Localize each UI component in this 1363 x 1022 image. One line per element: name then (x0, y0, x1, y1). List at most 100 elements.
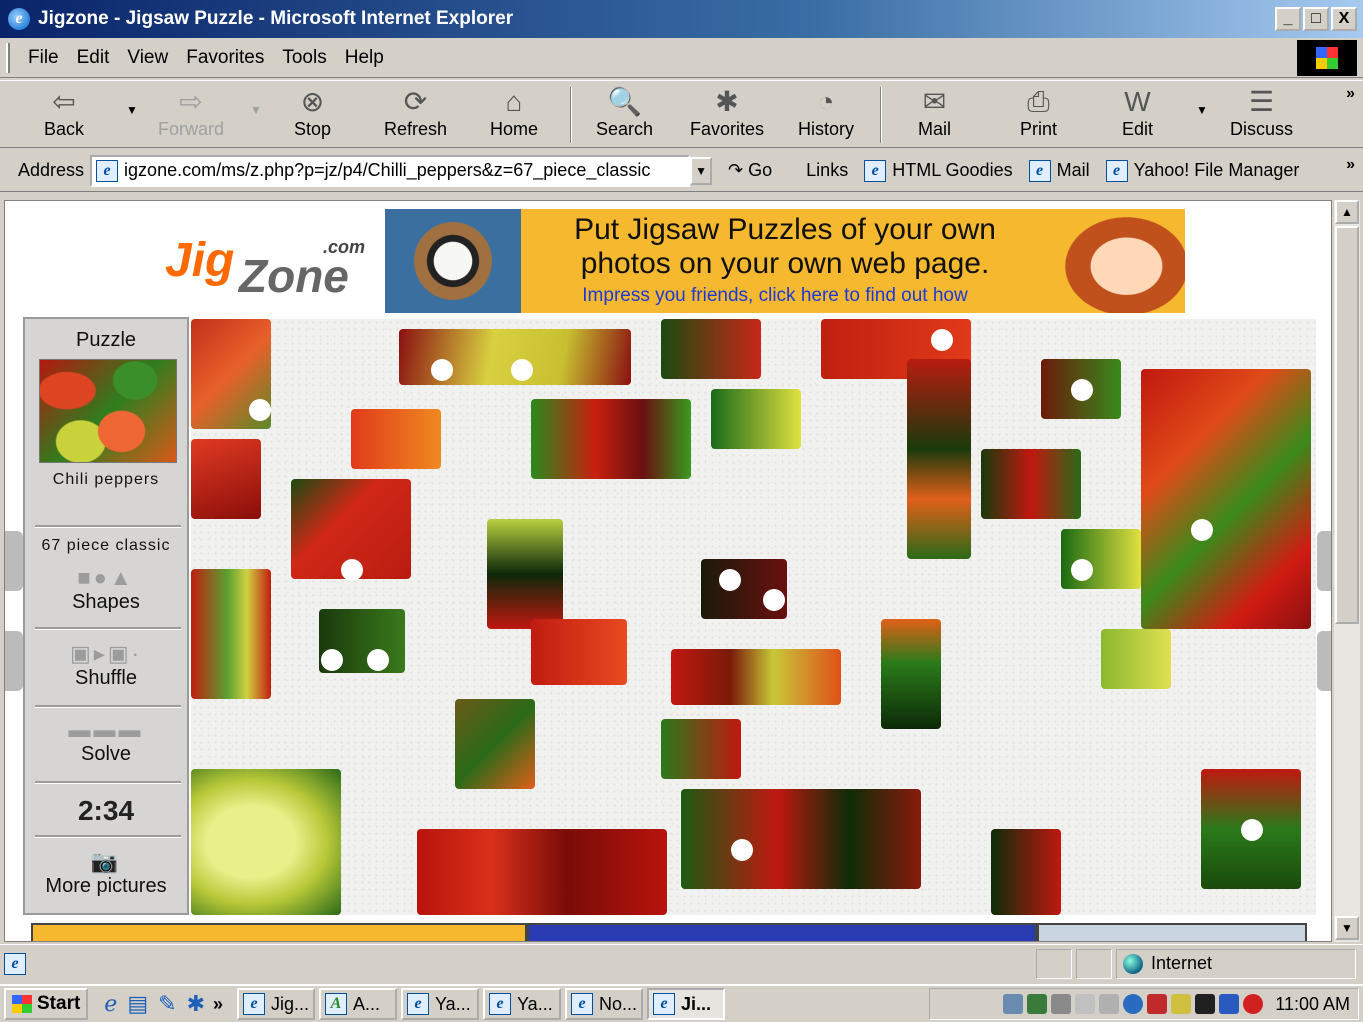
quicklaunch-ie-icon[interactable]: ℯ (104, 991, 117, 1017)
tray-app-icon[interactable] (1219, 994, 1240, 1014)
menu-tools[interactable]: Tools (282, 47, 326, 69)
link-html-goodies[interactable]: e HTML Goodies (860, 159, 1013, 182)
search-button[interactable]: 🔍 Search (596, 85, 653, 145)
go-button[interactable]: ↷ Go (728, 160, 772, 181)
puzzle-piece[interactable] (351, 409, 441, 469)
puzzle-piece[interactable] (191, 569, 271, 699)
address-dropdown-button[interactable]: ▼ (690, 156, 713, 185)
control-panel: Puzzle Chili peppers 67 piece classic ■●… (23, 317, 189, 915)
quicklaunch-overflow-chevron[interactable]: » (213, 994, 223, 1015)
task-button[interactable]: e Jig... (237, 988, 316, 1020)
puzzle-name: Chili peppers (52, 471, 160, 488)
tray-app-icon[interactable] (1195, 994, 1216, 1014)
tray-app-icon[interactable] (1171, 994, 1192, 1014)
puzzle-piece[interactable] (455, 699, 535, 789)
solve-button[interactable]: ▬▬▬ Solve (25, 717, 187, 766)
menu-view[interactable]: View (127, 47, 168, 69)
tray-mouse-icon[interactable] (1099, 994, 1120, 1014)
link-mail[interactable]: e Mail (1025, 159, 1090, 182)
menu-help[interactable]: Help (345, 47, 384, 69)
puzzle-piece[interactable] (1101, 629, 1171, 689)
tray-app-icon[interactable] (1027, 994, 1048, 1014)
address-input[interactable]: e igzone.com/ms/z.php?p=jz/p4/Chilli_pep… (90, 154, 691, 187)
puzzle-piece[interactable] (881, 619, 941, 729)
task-button[interactable]: e Ya... (401, 988, 480, 1020)
puzzle-board[interactable] (191, 319, 1316, 915)
puzzle-piece[interactable] (531, 619, 627, 685)
puzzle-piece[interactable] (487, 519, 563, 629)
shuffle-button[interactable]: ▣▸▣· Shuffle (25, 641, 187, 690)
link-yahoo-file-manager[interactable]: e Yahoo! File Manager (1102, 159, 1299, 182)
puzzle-piece[interactable] (661, 319, 761, 379)
puzzle-piece[interactable] (991, 829, 1061, 915)
quicklaunch-desktop-icon[interactable]: ▤ (127, 991, 148, 1017)
stop-button[interactable]: ⊗ Stop (294, 85, 331, 145)
tray-display-icon[interactable] (1147, 994, 1168, 1014)
history-icon: ◔ (817, 86, 835, 117)
task-button[interactable]: A A... (319, 988, 398, 1020)
tray-network-icon[interactable] (1003, 994, 1024, 1014)
puzzle-piece[interactable] (191, 439, 261, 519)
shapes-button[interactable]: ■●▲ Shapes (25, 565, 187, 614)
puzzle-piece[interactable] (1141, 369, 1311, 629)
tray-globe-icon[interactable] (1123, 994, 1144, 1014)
address-url[interactable]: igzone.com/ms/z.php?p=jz/p4/Chilli_peppe… (124, 160, 650, 181)
puzzle-piece[interactable] (681, 789, 921, 889)
back-dropdown-icon[interactable]: ▼ (126, 103, 138, 117)
quicklaunch-edit-icon[interactable]: ✎ (158, 991, 176, 1017)
forward-dropdown-icon[interactable]: ▼ (250, 103, 262, 117)
go-label: Go (748, 160, 773, 180)
vertical-scrollbar[interactable]: ▲ ▼ (1334, 200, 1360, 942)
refresh-label: Refresh (384, 119, 448, 139)
puzzle-thumbnail[interactable] (39, 359, 177, 463)
task-button[interactable]: e No... (565, 988, 644, 1020)
clock[interactable]: 11:00 AM (1275, 994, 1350, 1015)
forward-button[interactable]: ⇨ Forward (158, 85, 224, 145)
tray-monitor-icon[interactable] (1051, 994, 1072, 1014)
task-button[interactable]: e Ya... (483, 988, 562, 1020)
task-button-active[interactable]: e Ji... (647, 988, 726, 1020)
ad-banner[interactable]: Put Jigsaw Puzzles of your own photos on… (385, 209, 1185, 313)
banner-link[interactable]: Impress you friends, click here to find … (545, 285, 1005, 307)
puzzle-piece[interactable] (1061, 529, 1141, 589)
scroll-down-button[interactable]: ▼ (1335, 916, 1359, 940)
edit-button[interactable]: W Edit (1122, 85, 1153, 145)
tab-yellow[interactable] (31, 923, 527, 941)
start-button[interactable]: Start (4, 988, 89, 1020)
discuss-button[interactable]: ☰ Discuss (1230, 85, 1293, 145)
menu-favorites[interactable]: Favorites (186, 47, 264, 69)
mail-button[interactable]: ✉ Mail (918, 85, 951, 145)
puzzle-piece[interactable] (531, 399, 691, 479)
links-label[interactable]: Links (806, 160, 848, 181)
toolbar-overflow-chevron[interactable]: » (1346, 85, 1355, 103)
puzzle-piece[interactable] (711, 389, 801, 449)
puzzle-piece[interactable] (661, 719, 741, 779)
menu-file[interactable]: File (28, 47, 59, 69)
jigzone-logo[interactable]: Jig Zone .com (155, 231, 375, 302)
tab-blue[interactable] (527, 923, 1037, 941)
scroll-up-button[interactable]: ▲ (1335, 200, 1359, 224)
close-button[interactable]: X (1331, 7, 1357, 31)
links-overflow-chevron[interactable]: » (1346, 156, 1355, 174)
puzzle-piece[interactable] (981, 449, 1081, 519)
print-button[interactable]: ⎙ Print (1020, 85, 1057, 145)
maximize-button[interactable]: □ (1303, 7, 1329, 31)
tray-app-icon[interactable] (1243, 994, 1264, 1014)
home-button[interactable]: ⌂ Home (490, 85, 538, 145)
tab-grey[interactable] (1037, 923, 1307, 941)
puzzle-piece[interactable] (671, 649, 841, 705)
scroll-thumb[interactable] (1335, 226, 1359, 624)
puzzle-piece[interactable] (191, 769, 341, 915)
favorites-button[interactable]: ✱ Favorites (690, 85, 764, 145)
tray-volume-icon[interactable] (1075, 994, 1096, 1014)
edit-dropdown-icon[interactable]: ▼ (1196, 103, 1208, 117)
history-button[interactable]: ◔ History (798, 85, 854, 145)
quicklaunch-app-icon[interactable]: ✱ (187, 991, 205, 1017)
puzzle-piece[interactable] (417, 829, 667, 915)
refresh-button[interactable]: ⟳ Refresh (384, 85, 447, 145)
puzzle-piece[interactable] (907, 359, 971, 559)
back-button[interactable]: ⇦ Back (44, 85, 84, 145)
minimize-button[interactable]: _ (1275, 7, 1301, 31)
more-pictures-button[interactable]: 📷 More pictures (25, 849, 187, 898)
menu-edit[interactable]: Edit (77, 47, 110, 69)
